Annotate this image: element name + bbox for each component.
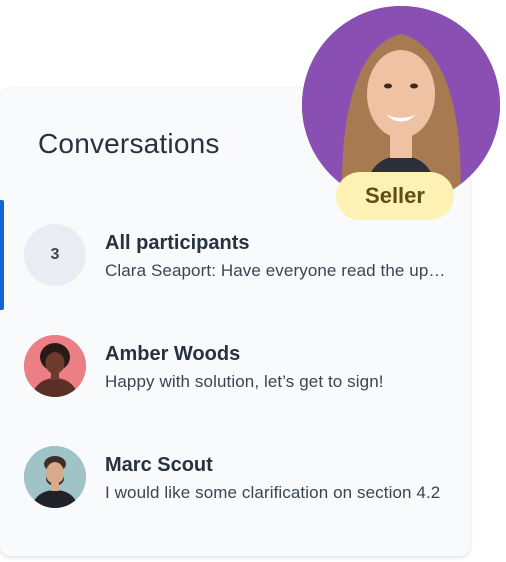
conversation-name: Amber Woods xyxy=(105,343,241,365)
conversation-name: Marc Scout xyxy=(105,454,213,476)
conversation-item-marc-scout[interactable]: Marc Scout I would like some clarificati… xyxy=(0,420,470,530)
marc-avatar-illustration xyxy=(24,446,86,508)
conversation-preview: I would like some clarification on secti… xyxy=(105,483,441,502)
amber-avatar-illustration xyxy=(24,335,86,397)
person-avatar-icon xyxy=(24,335,86,397)
conversation-preview: Happy with solution, let’s get to sign! xyxy=(105,372,384,391)
page-title: Conversations xyxy=(38,128,220,159)
participant-count: 3 xyxy=(50,246,60,263)
seller-badge: Seller xyxy=(336,172,454,220)
conversation-name: All participants xyxy=(105,232,250,254)
conversation-item-amber-woods[interactable]: Amber Woods Happy with solution, let’s g… xyxy=(0,310,470,420)
person-avatar-icon xyxy=(24,446,86,508)
participant-count-badge: 3 xyxy=(24,224,86,286)
conversations-widget: Conversations 3 All participants Clara S… xyxy=(0,0,506,562)
conversation-preview: Clara Seaport: Have everyone read the up… xyxy=(105,261,450,280)
